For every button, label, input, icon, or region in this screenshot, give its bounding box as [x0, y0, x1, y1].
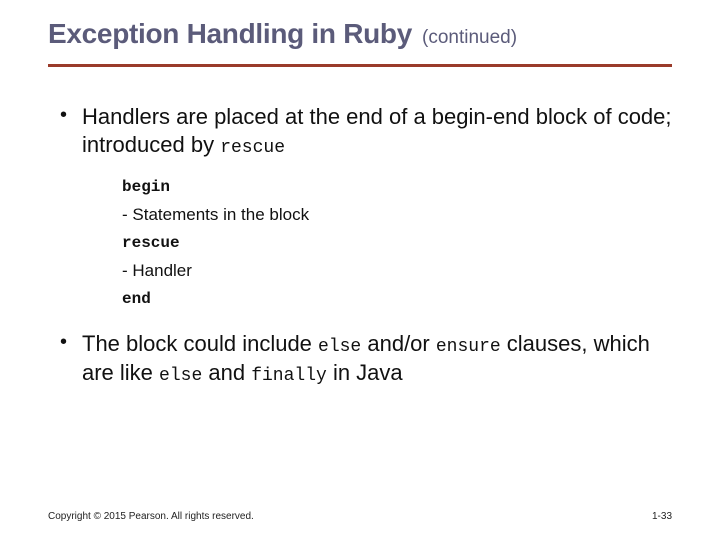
- slide-title: Exception Handling in Ruby: [48, 18, 412, 50]
- slide-body: Handlers are placed at the end of a begi…: [48, 103, 672, 388]
- b2-k4: finally: [251, 366, 327, 386]
- code-block: begin - Statements in the block rescue -…: [122, 172, 672, 312]
- b2-s1: The block could include: [82, 331, 318, 356]
- code-line-4: - Handler: [122, 257, 672, 284]
- code-kw-end: end: [122, 290, 151, 308]
- b2-s2: and/or: [361, 331, 436, 356]
- bullet-2: The block could include else and/or ensu…: [54, 330, 672, 388]
- slide: Exception Handling in Ruby (continued) H…: [0, 0, 720, 540]
- code-kw-begin: begin: [122, 178, 170, 196]
- page-number: 1-33: [652, 511, 672, 522]
- slide-continued: (continued): [422, 27, 517, 49]
- title-rule: [48, 64, 672, 67]
- bullet-1-kw: rescue: [220, 138, 285, 158]
- title-row: Exception Handling in Ruby (continued): [48, 18, 672, 50]
- code-line-2: - Statements in the block: [122, 201, 672, 228]
- b2-k3: else: [159, 366, 202, 386]
- bullet-1: Handlers are placed at the end of a begi…: [54, 103, 672, 312]
- copyright: Copyright © 2015 Pearson. All rights res…: [48, 511, 254, 522]
- b2-s4: and: [202, 360, 251, 385]
- b2-s5: in Java: [327, 360, 403, 385]
- footer: Copyright © 2015 Pearson. All rights res…: [48, 511, 672, 522]
- b2-k1: else: [318, 337, 361, 357]
- code-kw-rescue: rescue: [122, 234, 180, 252]
- bullet-list: Handlers are placed at the end of a begi…: [54, 103, 672, 388]
- bullet-1-text: Handlers are placed at the end of a begi…: [82, 104, 672, 157]
- b2-k2: ensure: [436, 337, 501, 357]
